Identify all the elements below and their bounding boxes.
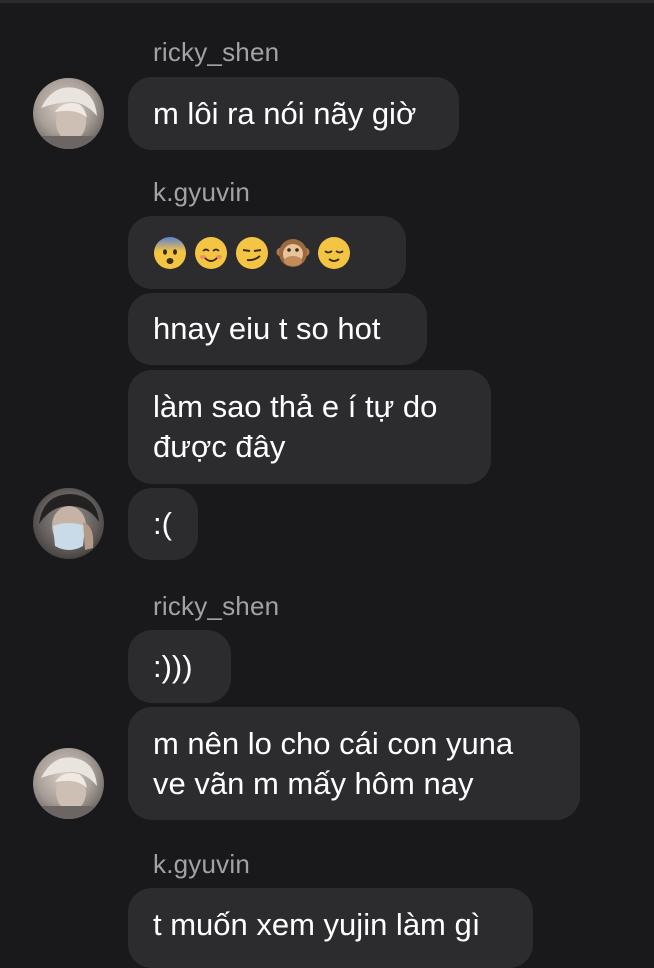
- message-text: :(: [153, 506, 172, 541]
- message-text: :))): [153, 648, 193, 684]
- top-divider: [0, 0, 654, 3]
- fearful-face-emoji: [154, 236, 186, 269]
- sender-name[interactable]: k.gyuvin: [153, 177, 250, 207]
- message-text: m lôi ra nói nãy giờ: [153, 95, 417, 131]
- emoji-row: [153, 236, 351, 270]
- emoji-message-bubble[interactable]: [128, 216, 406, 289]
- smiling-face-emoji: [195, 236, 227, 269]
- message-bubble[interactable]: t muốn xem yujin làm gì: [128, 888, 533, 968]
- avatar-image: [33, 78, 104, 149]
- smirking-face-emoji: [236, 236, 268, 269]
- message-text: t muốn xem yujin làm gì: [153, 907, 481, 942]
- message-bubble[interactable]: làm sao thả e í tự do được đây: [128, 370, 491, 484]
- sender-name[interactable]: k.gyuvin: [153, 849, 250, 879]
- sender-name[interactable]: ricky_shen: [153, 591, 279, 621]
- avatar-ricky-shen[interactable]: [33, 78, 104, 149]
- avatar-k-gyuvin[interactable]: [33, 488, 104, 559]
- message-bubble[interactable]: hnay eiu t so hot: [128, 293, 427, 365]
- avatar-ricky-shen[interactable]: [33, 748, 104, 819]
- sender-name[interactable]: ricky_shen: [153, 37, 279, 67]
- message-bubble[interactable]: :(: [128, 488, 198, 560]
- message-bubble[interactable]: m nên lo cho cái con yuna ve vãn m mấy h…: [128, 707, 580, 820]
- message-text: m nên lo cho cái con yuna ve vãn m mấy h…: [153, 726, 514, 801]
- message-bubble[interactable]: m lôi ra nói nãy giờ: [128, 77, 459, 150]
- message-bubble[interactable]: :))): [128, 630, 231, 703]
- message-text: làm sao thả e í tự do được đây: [153, 389, 438, 464]
- message-text: hnay eiu t so hot: [153, 311, 381, 346]
- avatar-image: [33, 488, 104, 559]
- relieved-face-emoji: [318, 236, 350, 269]
- speak-no-evil-monkey-emoji: [276, 238, 310, 267]
- avatar-image: [33, 748, 104, 819]
